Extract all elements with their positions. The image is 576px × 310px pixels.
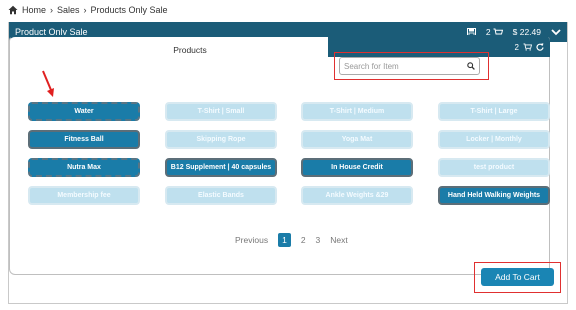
add-to-cart-button[interactable]: Add To Cart	[481, 268, 554, 286]
pagination-previous[interactable]: Previous	[235, 235, 268, 245]
refresh-icon[interactable]	[536, 43, 544, 51]
home-icon[interactable]	[8, 5, 18, 15]
search-icon[interactable]	[467, 62, 475, 70]
products-cart-count: 2	[514, 42, 519, 52]
product-button[interactable]: Nutra Max	[28, 158, 140, 177]
product-button[interactable]: T-Shirt | Small	[165, 102, 277, 121]
product-button[interactable]: Fitness Ball	[28, 130, 140, 149]
annotation-arrow-icon	[42, 70, 54, 97]
product-button[interactable]: Skipping Rope	[165, 130, 277, 149]
chevron-down-icon[interactable]	[551, 28, 561, 36]
breadcrumb-separator-icon: ›	[83, 5, 87, 15]
search-input[interactable]	[344, 61, 467, 71]
pagination-page-3[interactable]: 3	[316, 235, 321, 245]
cart-icon[interactable]	[523, 43, 532, 51]
product-button[interactable]: test product	[438, 158, 550, 177]
product-button[interactable]: In House Credit	[301, 158, 413, 177]
products-tab[interactable]: Products	[150, 45, 230, 55]
pagination-page-2[interactable]: 2	[301, 235, 306, 245]
product-button[interactable]: Elastic Bands	[165, 186, 277, 205]
product-button[interactable]: Ankle Weights &29	[301, 186, 413, 205]
product-button[interactable]: T-Shirt | Medium	[301, 102, 413, 121]
breadcrumb-sales[interactable]: Sales	[57, 5, 80, 15]
breadcrumb-separator-icon: ›	[50, 5, 54, 15]
pagination-page-1[interactable]: 1	[278, 233, 291, 247]
breadcrumb: Home › Sales › Products Only Sale	[8, 4, 168, 16]
breadcrumb-home[interactable]: Home	[22, 5, 46, 15]
product-button[interactable]: T-Shirt | Large	[438, 102, 550, 121]
product-button[interactable]: Membership fee	[28, 186, 140, 205]
breadcrumb-current: Products Only Sale	[90, 5, 168, 15]
product-button[interactable]: B12 Supplement | 40 capsules	[165, 158, 277, 177]
product-button[interactable]: Yoga Mat	[301, 130, 413, 149]
product-button[interactable]: Water	[28, 102, 140, 121]
search-field[interactable]	[339, 57, 480, 75]
pagination-next[interactable]: Next	[330, 235, 347, 245]
product-button[interactable]: Locker | Monthly	[438, 130, 550, 149]
product-button[interactable]: Hand Held Walking Weights	[438, 186, 550, 205]
pagination: Previous 1 2 3 Next	[230, 233, 353, 247]
